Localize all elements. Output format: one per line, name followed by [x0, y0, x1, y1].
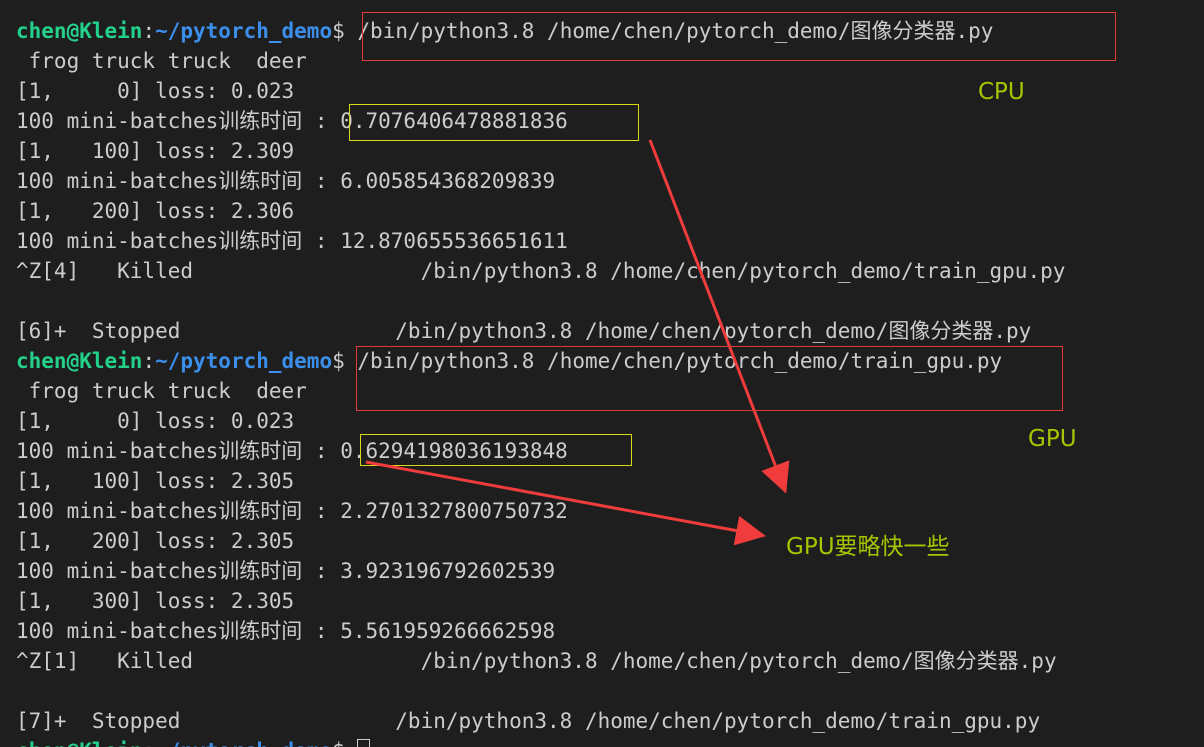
arrow-cpu-to-conclusion [648, 139, 790, 494]
command-text [345, 739, 358, 747]
output-line: ^Z[1] Killed /bin/python3.8 /home/chen/p… [16, 649, 1057, 673]
output-line: 100 mini-batches训练时间 : 12.87065553665161… [16, 229, 568, 253]
prompt-path: ~/pytorch_demo [155, 19, 333, 43]
output-line: [1, 300] loss: 2.305 [16, 589, 295, 613]
output-line: frog truck truck deer [16, 379, 307, 403]
prompt-dollar: $ [332, 19, 345, 43]
output-line: 100 mini-batches训练时间 : 5.561959266662598 [16, 619, 556, 643]
output-line: 100 mini-batches训练时间 : 6.005854368209839 [16, 169, 556, 193]
gpu-label: GPU [1028, 426, 1077, 452]
output-line: ^Z[4] Killed /bin/python3.8 /home/chen/p… [16, 259, 1066, 283]
output-line: [6]+ Stopped /bin/python3.8 /home/chen/p… [16, 319, 1032, 343]
output-line: frog truck truck deer [16, 49, 307, 73]
prompt-path: ~/pytorch_demo [155, 349, 333, 373]
cpu-command-highlight [362, 12, 1116, 61]
cpu-first-time-highlight [349, 104, 639, 141]
terminal-window[interactable]: chen@Klein:~/pytorch_demo$ /bin/python3.… [0, 0, 1204, 747]
prompt-path: ~/pytorch_demo [155, 739, 332, 747]
cpu-label: CPU [978, 79, 1025, 105]
output-line: 100 mini-batches训练时间 : 2.270132780075073… [16, 499, 568, 523]
prompt-line: chen@Klein:~/pytorch_demo$ [16, 736, 371, 747]
conclusion-label: GPU要略快一些 [786, 534, 950, 560]
prompt-dollar: $ [332, 349, 345, 373]
gpu-first-time-highlight [360, 434, 632, 466]
text-cursor[interactable] [357, 739, 371, 747]
prompt-user: chen@Klein [16, 739, 142, 747]
prompt-user: chen@Klein [16, 349, 143, 373]
output-line: [1, 200] loss: 2.306 [16, 199, 295, 223]
output-line: [1, 100] loss: 2.305 [16, 469, 295, 493]
output-line: [1, 0] loss: 0.023 [16, 79, 295, 103]
output-line: [1, 200] loss: 2.305 [16, 529, 295, 553]
prompt-separator: : [142, 739, 155, 747]
output-line: [1, 100] loss: 2.309 [16, 139, 295, 163]
prompt-dollar: $ [332, 739, 345, 747]
prompt-separator: : [142, 349, 156, 373]
prompt-separator: : [142, 19, 156, 43]
output-line: 100 mini-batches训练时间 : 3.923196792602539 [16, 559, 556, 583]
prompt-user: chen@Klein [16, 19, 143, 43]
output-line: [7]+ Stopped /bin/python3.8 /home/chen/p… [16, 709, 1041, 733]
gpu-command-highlight [356, 346, 1063, 411]
output-line: [1, 0] loss: 0.023 [16, 409, 295, 433]
